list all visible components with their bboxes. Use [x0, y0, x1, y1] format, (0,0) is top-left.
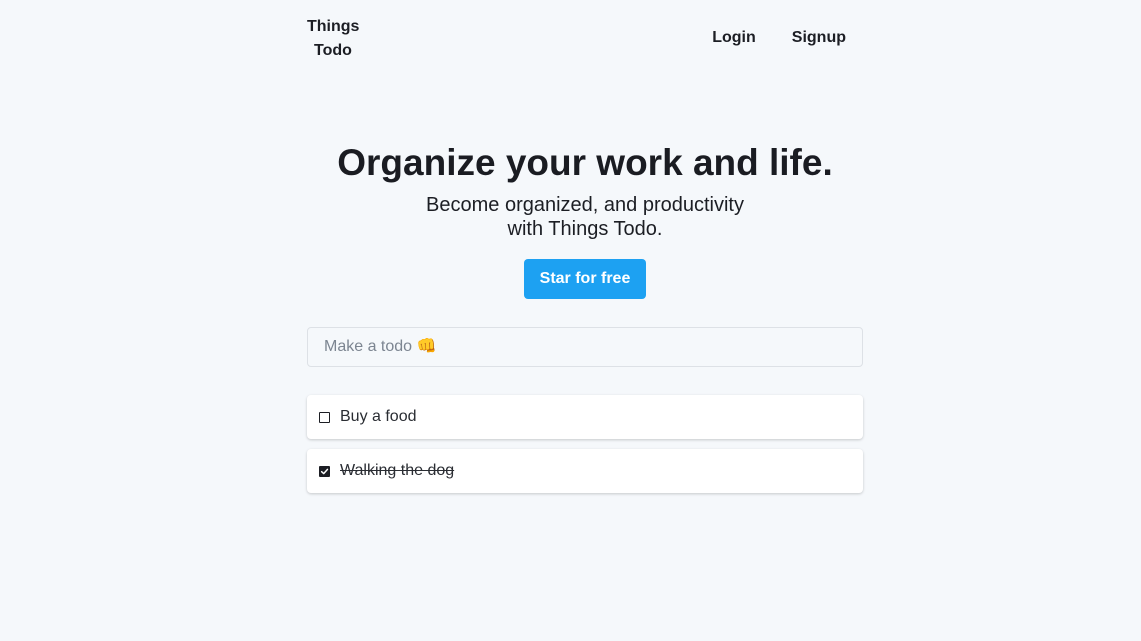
todo-item: Walking the dog [307, 449, 863, 493]
hero-subtitle: Become organized, and productivity with … [307, 193, 863, 241]
checkbox-checked-icon[interactable] [319, 465, 330, 477]
login-link[interactable]: Login [712, 26, 756, 50]
page-container: Things Todo Login Signup Organize your w… [307, 0, 863, 493]
brand-logo[interactable]: Things Todo [307, 15, 359, 63]
brand-line-1: Things [307, 18, 360, 35]
hero-subtitle-line-2: with Things Todo. [507, 218, 663, 240]
header: Things Todo Login Signup [307, 0, 863, 80]
todo-item: Buy a food [307, 395, 863, 439]
checkbox-unchecked-icon[interactable] [319, 411, 330, 423]
checkmark-icon [320, 468, 329, 474]
todo-list: Buy a food Walking the dog [307, 395, 863, 503]
hero-subtitle-line-1: Become organized, and productivity [426, 194, 744, 216]
top-nav: Login Signup [712, 26, 846, 50]
brand-line-2: Todo [314, 42, 352, 59]
todo-text: Walking the dog [340, 462, 455, 479]
hero-title: Organize your work and life. [337, 142, 833, 183]
star-for-free-button[interactable]: Star for free [524, 259, 646, 299]
todo-text: Buy a food [340, 408, 417, 425]
todo-input[interactable] [307, 327, 863, 367]
signup-link[interactable]: Signup [792, 26, 846, 50]
